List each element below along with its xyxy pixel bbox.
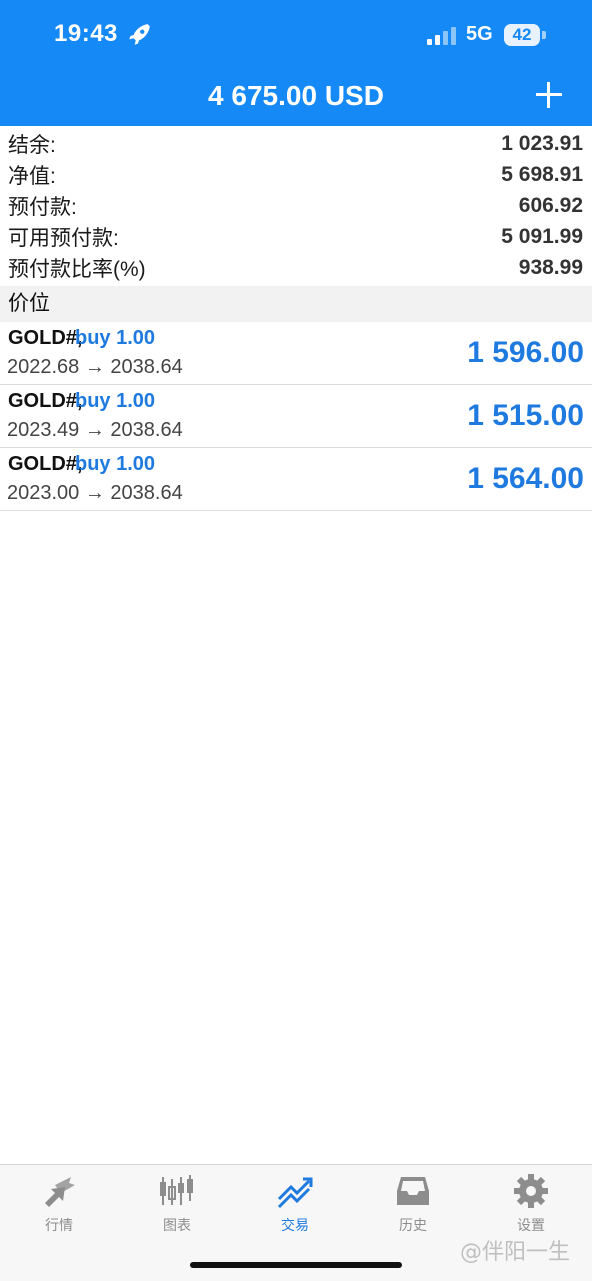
position-side: buy 1.00 <box>75 390 156 412</box>
home-indicator[interactable] <box>190 1262 402 1268</box>
tab-label: 交易 <box>281 1217 309 1233</box>
summary-value: 1 023.91 <box>501 131 583 155</box>
summary-row-equity: 净值: 5 698.91 <box>0 159 592 190</box>
positions-section-header: 价位 <box>0 286 592 322</box>
position-side: buy 1.00 <box>75 327 156 349</box>
position-row[interactable]: GOLD#, buy 1.00 2023.49 → 2038.64 1 515.… <box>0 385 592 448</box>
position-side: buy 1.00 <box>75 453 156 475</box>
tab-history[interactable]: 历史 <box>354 1165 472 1235</box>
summary-value: 938.99 <box>518 255 583 279</box>
quotes-icon <box>45 1177 75 1207</box>
page-title: 4 675.00 USD <box>208 80 384 111</box>
position-row[interactable]: GOLD#, buy 1.00 2023.00 → 2038.64 1 564.… <box>0 448 592 511</box>
summary-row-margin: 预付款: 606.92 <box>0 190 592 221</box>
rocket-icon <box>129 24 150 45</box>
tab-quotes[interactable]: 行情 <box>0 1165 118 1235</box>
tab-trade[interactable]: 交易 <box>236 1165 354 1235</box>
summary-row-free-margin: 可用预付款: 5 091.99 <box>0 221 592 252</box>
position-prices: 2023.49 → 2038.64 <box>7 419 183 441</box>
summary-row-margin-level: 预付款比率(%) 938.99 <box>0 252 592 283</box>
settings-icon <box>514 1174 548 1208</box>
tab-label: 设置 <box>517 1217 545 1233</box>
network-type: 5G <box>466 23 493 45</box>
position-profit: 1 564.00 <box>467 462 584 495</box>
cellular-signal-icon <box>427 27 456 45</box>
tab-settings[interactable]: 设置 <box>472 1165 590 1235</box>
position-symbol: GOLD#, <box>8 327 83 349</box>
positions-list: GOLD#, buy 1.00 2022.68 → 2038.64 1 596.… <box>0 322 592 511</box>
summary-value: 5 091.99 <box>501 224 583 248</box>
add-order-button[interactable] <box>534 80 564 110</box>
tab-label: 历史 <box>399 1217 427 1233</box>
battery-icon: 42 <box>504 24 540 46</box>
chart-icon <box>160 1175 193 1205</box>
position-symbol: GOLD#, <box>8 390 83 412</box>
account-summary: 结余: 1 023.91 净值: 5 698.91 预付款: 606.92 可用… <box>0 128 592 283</box>
top-header: 19:43 5G 42 4 675.00 USD <box>0 0 592 126</box>
summary-row-balance: 结余: 1 023.91 <box>0 128 592 159</box>
summary-label: 可用预付款: <box>8 226 119 250</box>
history-icon <box>397 1177 429 1205</box>
tab-chart[interactable]: 图表 <box>118 1165 236 1235</box>
tab-label: 行情 <box>45 1217 73 1233</box>
summary-label: 预付款比率(%) <box>8 257 146 281</box>
summary-label: 预付款: <box>8 195 77 219</box>
position-profit: 1 515.00 <box>467 399 584 432</box>
status-time: 19:43 <box>54 20 118 47</box>
position-prices: 2022.68 → 2038.64 <box>7 356 183 378</box>
position-prices: 2023.00 → 2038.64 <box>7 482 183 504</box>
summary-value: 606.92 <box>518 193 583 217</box>
tab-label: 图表 <box>163 1217 191 1233</box>
summary-label: 净值: <box>8 164 56 188</box>
position-profit: 1 596.00 <box>467 336 584 369</box>
position-symbol: GOLD#, <box>8 453 83 475</box>
trade-icon <box>277 1177 313 1209</box>
summary-label: 结余: <box>8 133 56 157</box>
battery-tip <box>542 31 546 39</box>
position-row[interactable]: GOLD#, buy 1.00 2022.68 → 2038.64 1 596.… <box>0 322 592 385</box>
watermark: @伴阳一生 <box>460 1240 571 1265</box>
summary-value: 5 698.91 <box>501 162 583 186</box>
